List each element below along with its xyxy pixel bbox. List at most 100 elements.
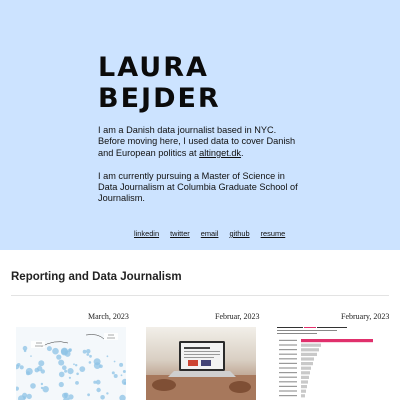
card-date-2: Februar, 2023 — [215, 312, 260, 321]
hero-section: LAURA BEJDER I am a Danish data journali… — [0, 0, 400, 250]
bubble — [73, 363, 75, 366]
bar-label — [279, 362, 297, 364]
twitter-link[interactable]: twitter — [170, 229, 190, 238]
bubble — [86, 353, 90, 356]
site-name: LAURA BEJDER — [98, 52, 221, 114]
card-date-1: March, 2023 — [88, 312, 129, 321]
bar — [301, 343, 321, 347]
bubble — [76, 372, 79, 376]
bubble — [79, 366, 86, 372]
section-title: Reporting and Data Journalism — [11, 271, 182, 283]
bar — [301, 339, 373, 343]
bubble — [95, 379, 101, 385]
resume-link[interactable]: resume — [261, 229, 286, 238]
bar — [301, 389, 306, 393]
email-link[interactable]: email — [201, 229, 219, 238]
bubble — [42, 386, 49, 393]
bar-label — [279, 339, 297, 341]
laptop-photo — [146, 327, 256, 400]
bar — [301, 380, 308, 384]
bubble — [62, 365, 67, 370]
bubble — [111, 371, 115, 375]
card-thumbnail-2[interactable] — [146, 327, 256, 400]
bubble — [106, 355, 109, 358]
arrow-left-icon — [40, 341, 69, 348]
bar — [301, 352, 317, 356]
bubble — [75, 381, 79, 385]
bubble — [58, 359, 65, 366]
bar — [301, 366, 311, 370]
card-thumbnail-3[interactable] — [277, 327, 387, 400]
github-link[interactable]: github — [229, 229, 249, 238]
bar — [301, 385, 307, 389]
bubble — [37, 365, 43, 372]
bubble — [93, 380, 97, 384]
bubble — [120, 374, 123, 377]
bubble — [40, 382, 44, 386]
bar — [301, 375, 309, 379]
bubble — [58, 381, 64, 388]
bio-paragraph-1: I am a Danish data journalist based in N… — [98, 125, 298, 159]
name-line-1: LAURA — [98, 52, 209, 83]
bio-period: . — [241, 147, 244, 158]
bubble — [46, 346, 52, 352]
bubble — [62, 392, 68, 399]
altinget-link[interactable]: altinget.dk — [199, 148, 241, 158]
bar-label — [279, 358, 297, 360]
bubble — [19, 365, 24, 370]
bubble — [58, 371, 65, 378]
bubble — [64, 369, 68, 373]
section-divider — [11, 295, 389, 296]
bubble — [26, 371, 30, 376]
bubble — [38, 360, 45, 367]
horizontal-bar-chart — [277, 327, 373, 398]
bubble — [87, 393, 90, 397]
bubble — [106, 392, 109, 395]
bar — [301, 371, 310, 375]
bubble — [75, 364, 78, 367]
bubble — [82, 349, 87, 354]
bubble — [56, 354, 62, 360]
bubble — [16, 386, 19, 391]
bubble — [60, 347, 68, 355]
bubble — [23, 396, 27, 400]
bubble — [67, 368, 74, 375]
bubble — [89, 354, 92, 358]
bubble — [100, 395, 105, 400]
bar-label — [279, 376, 297, 378]
bubble — [113, 374, 118, 378]
bubble — [119, 362, 124, 367]
bubble — [113, 360, 116, 363]
bubble — [93, 362, 101, 369]
bar — [301, 348, 319, 352]
bar-label — [279, 349, 297, 351]
bar-label — [279, 344, 297, 346]
bubble — [26, 393, 32, 400]
bubble — [30, 383, 36, 389]
bar — [301, 357, 314, 361]
bubble — [119, 394, 126, 400]
card-thumbnail-1[interactable] — [16, 327, 126, 400]
bio-text-1: I am a Danish data journalist based in N… — [98, 125, 296, 158]
linkedin-link[interactable]: linkedin — [134, 229, 159, 238]
bar-label — [279, 372, 297, 374]
bubble — [30, 355, 32, 357]
bar-label — [279, 385, 297, 387]
bubble — [122, 370, 126, 373]
bubble — [68, 376, 71, 379]
bubble — [88, 361, 92, 364]
bar-label — [279, 390, 297, 392]
bubble — [52, 347, 59, 355]
bar — [301, 362, 313, 366]
arrow-right-icon — [85, 334, 105, 340]
name-line-2: BEJDER — [98, 83, 221, 114]
bar — [301, 394, 305, 398]
scatter-bubbles-chart — [16, 333, 126, 400]
bubble — [96, 387, 101, 393]
social-links: linkedin twitter email github resume — [134, 229, 285, 238]
bar-label — [279, 353, 297, 355]
bio-paragraph-2: I am currently pursuing a Master of Scie… — [98, 170, 298, 204]
bio: I am a Danish data journalist based in N… — [98, 125, 298, 216]
bar-label — [279, 367, 297, 369]
bar-label — [279, 395, 297, 397]
